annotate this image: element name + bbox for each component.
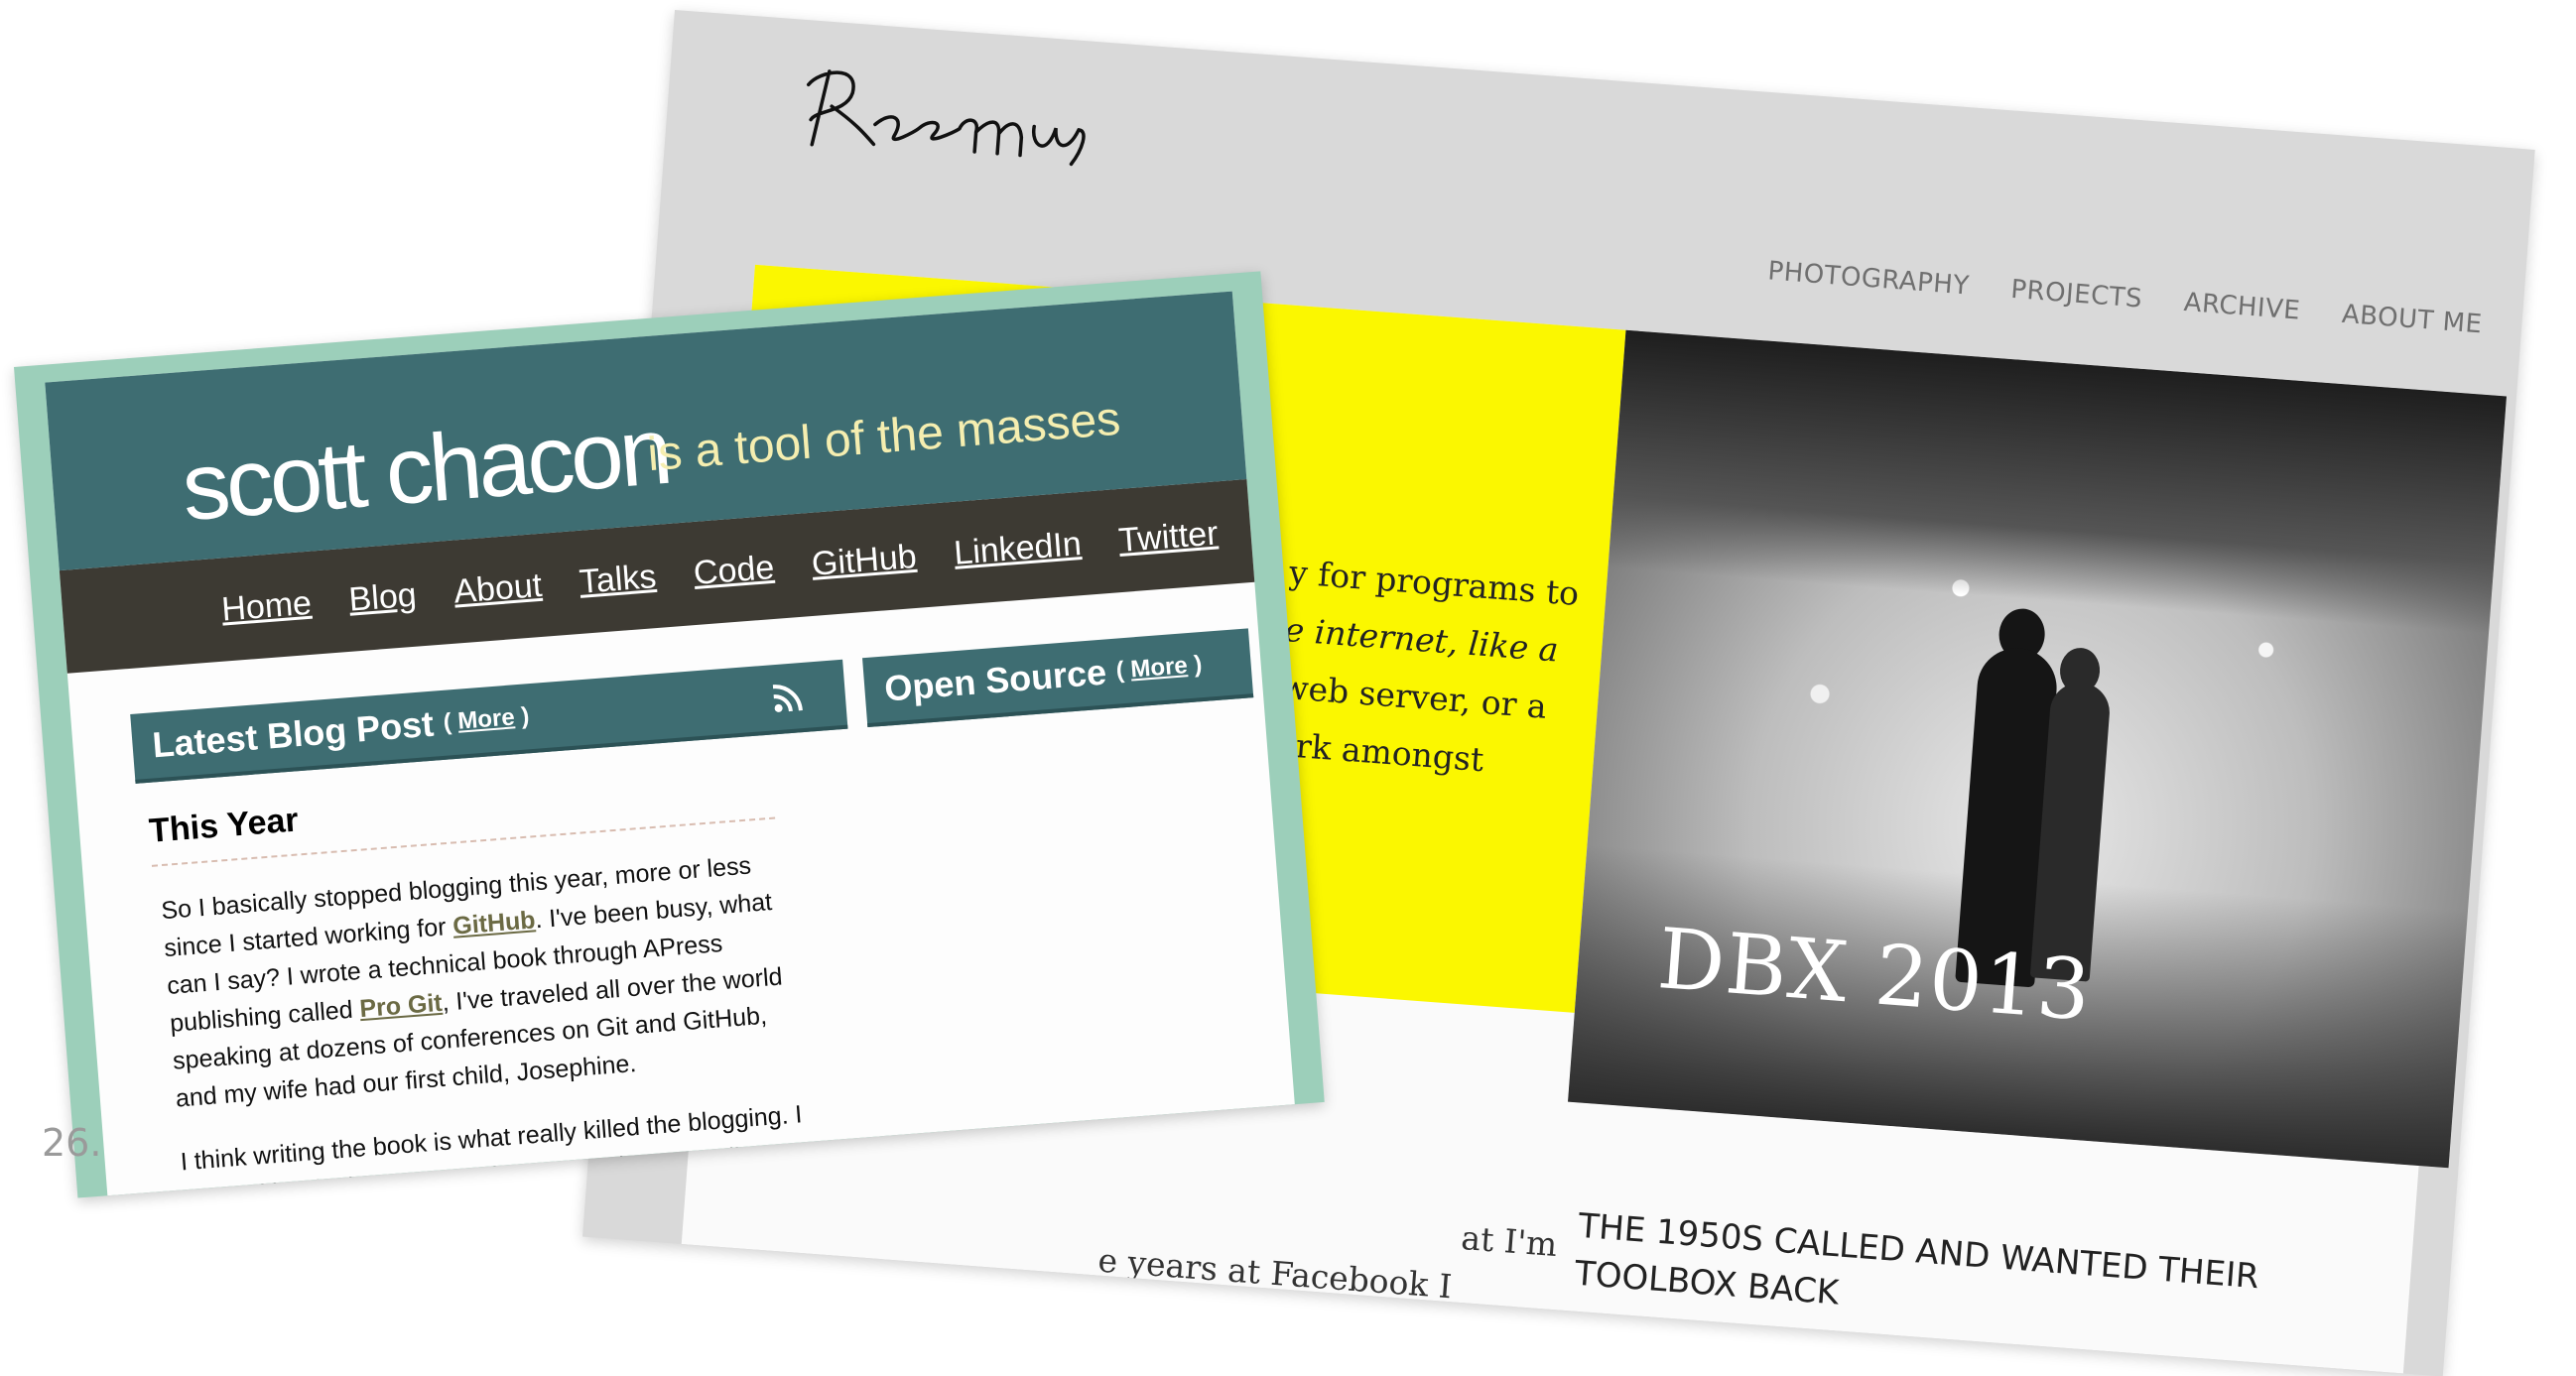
- more-link[interactable]: More: [456, 703, 515, 734]
- nav-linkedin[interactable]: LinkedIn: [953, 525, 1083, 573]
- nav-code[interactable]: Code: [693, 548, 776, 592]
- scott-chacon-site-screenshot: scott chacon is a tool of the masses Hom…: [14, 271, 1325, 1198]
- site-name[interactable]: scott chacon: [179, 397, 673, 543]
- latest-blog-column: Latest Blog Post ( More ) This Year So I…: [130, 659, 890, 1198]
- more-group: ( More ): [1114, 651, 1204, 685]
- rasmus-nav: PHOTOGRAPHY PROJECTS ARCHIVE ABOUT ME: [1766, 256, 2483, 339]
- photo-roof: [1608, 329, 2507, 634]
- more-group: ( More ): [442, 702, 531, 736]
- nav-about[interactable]: About: [452, 565, 544, 611]
- article-excerpt: at I'm e years at Facebook I be more pro…: [1089, 1187, 1823, 1376]
- nav-blog[interactable]: Blog: [347, 575, 418, 619]
- post-paragraph: So I basically stopped blogging this yea…: [160, 851, 784, 1113]
- open-source-label: Open Source: [882, 651, 1108, 709]
- nav-projects[interactable]: PROJECTS: [2009, 275, 2143, 314]
- slide-number: 26.: [42, 1121, 102, 1165]
- rasmus-signature-logo[interactable]: [793, 50, 1097, 181]
- rss-icon[interactable]: [771, 679, 808, 715]
- scott-page: scott chacon is a tool of the masses Hom…: [45, 291, 1295, 1198]
- more-link[interactable]: More: [1129, 652, 1188, 683]
- post-title-link[interactable]: THE 1950S CALLED AND WANTED THEIR TOOLBO…: [1573, 1202, 2272, 1349]
- pro-git-link[interactable]: Pro Git: [358, 989, 443, 1023]
- latest-blog-bar: Latest Blog Post ( More ): [130, 659, 848, 784]
- excerpt-line: part of something as important as Facebo…: [1089, 1334, 1823, 1376]
- open-source-column: Open Source ( More ): [862, 628, 1254, 728]
- nav-archive[interactable]: ARCHIVE: [2183, 288, 2302, 326]
- github-link[interactable]: GitHub: [451, 906, 536, 939]
- nav-about-me[interactable]: ABOUT ME: [2341, 300, 2484, 340]
- nav-github[interactable]: GitHub: [811, 537, 919, 583]
- open-source-bar: Open Source ( More ): [862, 628, 1254, 728]
- dbx-2013-photo[interactable]: DBX 2013: [1568, 329, 2507, 1169]
- nav-twitter[interactable]: Twitter: [1117, 514, 1220, 561]
- nav-home[interactable]: Home: [220, 583, 313, 629]
- nav-talks[interactable]: Talks: [578, 558, 657, 602]
- latest-blog-label: Latest Blog Post: [151, 702, 436, 766]
- nav-photography[interactable]: PHOTOGRAPHY: [1766, 256, 1970, 301]
- site-tagline: is a tool of the masses: [645, 392, 1122, 482]
